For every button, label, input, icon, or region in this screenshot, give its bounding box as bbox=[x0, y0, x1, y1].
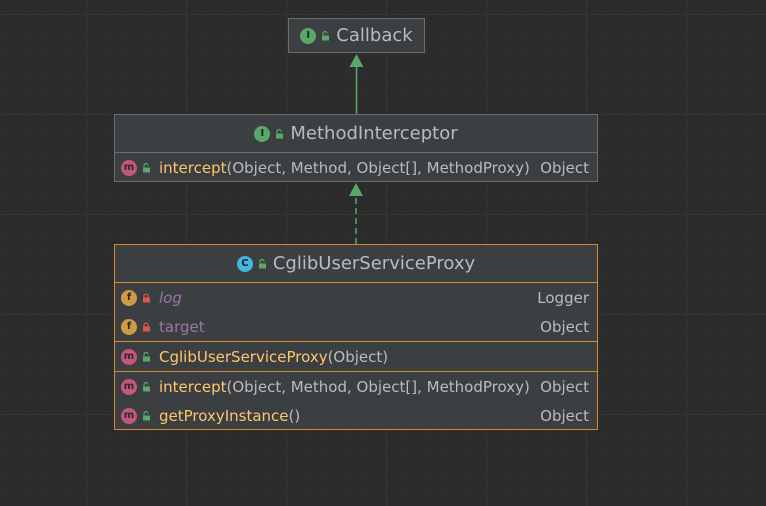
public-lock-icon bbox=[274, 128, 284, 139]
member-type: Object bbox=[540, 158, 589, 177]
interface-icon: I bbox=[254, 125, 271, 142]
edge-arrowhead-implements bbox=[349, 183, 363, 196]
node-cglib-user-service-proxy[interactable]: C CglibUserServiceProxy f log Logger f t… bbox=[114, 244, 598, 430]
member-name: log bbox=[159, 288, 182, 307]
member-row[interactable]: m CglibUserServiceProxy (Object) bbox=[115, 342, 597, 371]
member-name: target bbox=[159, 317, 205, 336]
member-name: getProxyInstance bbox=[159, 406, 289, 425]
method-icon: m bbox=[121, 378, 137, 395]
node-title: MethodInterceptor bbox=[290, 123, 458, 144]
public-lock-icon bbox=[141, 162, 151, 173]
member-type: Object bbox=[540, 317, 589, 336]
method-icon: m bbox=[121, 407, 137, 424]
interface-icon: I bbox=[300, 27, 317, 44]
member-params: (Object, Method, Object[], MethodProxy) bbox=[226, 158, 530, 177]
class-icon: C bbox=[236, 255, 253, 272]
node-title: CglibUserServiceProxy bbox=[272, 253, 476, 274]
private-lock-icon bbox=[141, 292, 151, 303]
constructors-section: m CglibUserServiceProxy (Object) bbox=[115, 341, 597, 371]
member-type: Object bbox=[540, 377, 589, 396]
method-icon: m bbox=[121, 159, 137, 176]
member-type: Logger bbox=[537, 288, 589, 307]
member-params: (Object, Method, Object[], MethodProxy) bbox=[226, 377, 530, 396]
member-params: () bbox=[288, 406, 301, 425]
public-lock-icon bbox=[320, 30, 330, 41]
node-title: Callback bbox=[336, 25, 413, 46]
member-name: intercept bbox=[159, 377, 227, 396]
member-row[interactable]: m intercept (Object, Method, Object[], Me… bbox=[115, 153, 597, 182]
field-icon: f bbox=[121, 289, 137, 306]
edge-arrowhead-extends bbox=[349, 54, 364, 67]
public-lock-icon bbox=[141, 381, 151, 392]
methods-section: m intercept (Object, Method, Object[], Me… bbox=[115, 152, 597, 182]
node-header: I MethodInterceptor bbox=[115, 115, 597, 152]
node-header: I Callback bbox=[289, 19, 424, 52]
member-type: Object bbox=[540, 406, 589, 425]
node-callback[interactable]: I Callback bbox=[288, 18, 425, 53]
public-lock-icon bbox=[141, 410, 151, 421]
member-row[interactable]: f log Logger bbox=[115, 283, 597, 312]
field-icon: f bbox=[121, 318, 137, 335]
member-name: CglibUserServiceProxy bbox=[159, 347, 328, 366]
member-row[interactable]: m getProxyInstance() Object bbox=[115, 401, 597, 430]
fields-section: f log Logger f target Object bbox=[115, 282, 597, 341]
public-lock-icon bbox=[257, 258, 267, 269]
member-row[interactable]: f target Object bbox=[115, 312, 597, 341]
private-lock-icon bbox=[141, 321, 151, 332]
member-name: intercept bbox=[159, 158, 227, 177]
public-lock-icon bbox=[141, 351, 151, 362]
methods-section: m intercept (Object, Method, Object[], Me… bbox=[115, 371, 597, 430]
member-params: (Object) bbox=[327, 347, 389, 366]
node-method-interceptor[interactable]: I MethodInterceptor m intercept (Object, … bbox=[114, 114, 598, 182]
method-icon: m bbox=[121, 348, 137, 365]
node-header: C CglibUserServiceProxy bbox=[115, 245, 597, 282]
member-row[interactable]: m intercept (Object, Method, Object[], Me… bbox=[115, 372, 597, 401]
